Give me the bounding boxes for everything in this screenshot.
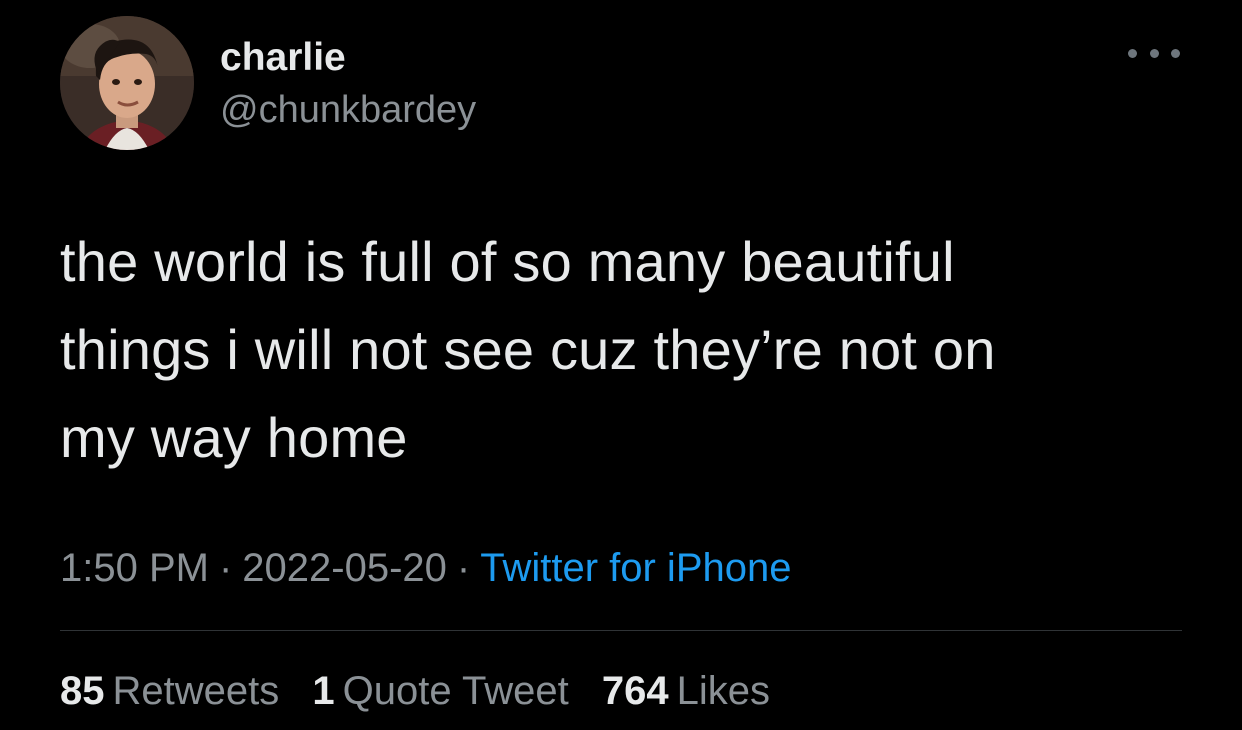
likes-count: 764 (601, 669, 669, 713)
divider (60, 630, 1182, 631)
separator: · (218, 546, 233, 590)
dot (1149, 48, 1159, 58)
tweet-source-link[interactable]: Twitter for iPhone (480, 546, 791, 590)
quotes-count: 1 (312, 669, 335, 713)
tweet-detail: charlie @chunkbardey the world is full o… (0, 0, 1242, 730)
tweet-time[interactable]: 1:50 PM (60, 546, 209, 590)
likes-stat[interactable]: 764 Likes (602, 667, 770, 715)
tweet-text-line: the world is full of so many beautiful (60, 230, 955, 293)
quotes-label: Quote Tweet (342, 669, 569, 713)
quote-tweets-stat[interactable]: 1 Quote Tweet (312, 667, 568, 715)
tweet-text: the world is full of so many beautiful t… (60, 218, 1180, 482)
retweets-stat[interactable]: 85 Retweets (60, 667, 279, 715)
tweet-text-line: things i will not see cuz they’re not on (60, 318, 996, 381)
retweets-label: Retweets (112, 669, 280, 713)
more-horizontal-icon[interactable] (1128, 38, 1180, 68)
tweet-meta: 1:50 PM · 2022-05-20 · Twitter for iPhone (60, 544, 791, 592)
tweet-stats: 85 Retweets 1 Quote Tweet 764 Likes (60, 667, 792, 715)
tweet-date[interactable]: 2022-05-20 (242, 546, 447, 590)
display-name[interactable]: charlie (220, 36, 346, 80)
dot (1171, 48, 1180, 58)
separator: · (456, 546, 471, 590)
tweet-text-line: my way home (60, 406, 408, 469)
user-handle[interactable]: @chunkbardey (220, 88, 476, 132)
retweets-count: 85 (60, 669, 105, 713)
avatar[interactable] (60, 16, 194, 150)
likes-label: Likes (676, 669, 770, 713)
profile-photo-icon (60, 16, 194, 150)
dot (1128, 48, 1137, 58)
